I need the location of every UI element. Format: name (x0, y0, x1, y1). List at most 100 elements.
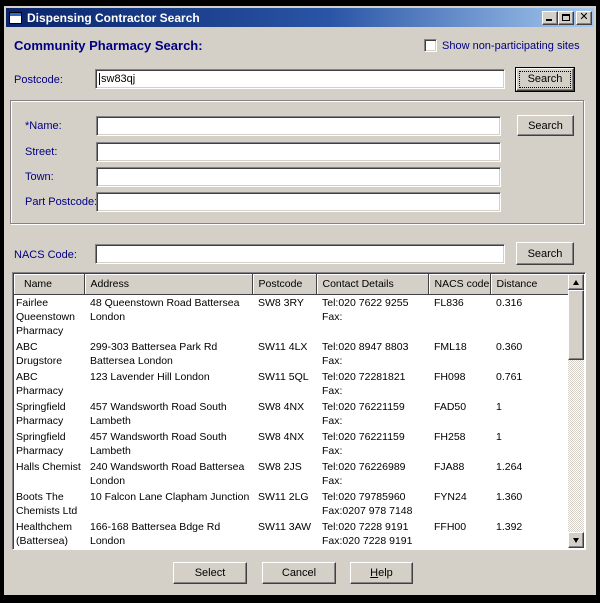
cell-tel: Tel:020 76226989 (322, 460, 426, 474)
cell-nacs-code: FAD50 (428, 399, 490, 429)
cell-distance: 0.360 (490, 339, 568, 369)
checkbox-label: Show non-participating sites (442, 40, 580, 52)
name-search-button[interactable]: Search (517, 115, 574, 136)
table-row[interactable]: Healthchem (Battersea) Ltd 166-168 Batte… (14, 519, 568, 549)
table-row[interactable]: Springfield Pharmacy 457 Wandsworth Road… (14, 399, 568, 429)
maximize-icon (562, 14, 570, 21)
cell-address: 10 Falcon Lane Clapham Junction (84, 489, 252, 519)
cell-distance: 1 (490, 399, 568, 429)
cell-fax: Fax: (322, 384, 426, 398)
cell-name: Springfield Pharmacy (14, 429, 84, 459)
cell-name: Boots The Chemists Ltd (14, 489, 84, 519)
cell-name: Fairlee Queenstown Pharmacy (14, 294, 84, 339)
minimize-button[interactable] (542, 11, 558, 25)
cell-name: Halls Chemist (14, 459, 84, 489)
town-input[interactable] (96, 167, 501, 187)
select-button[interactable]: Select (173, 562, 247, 584)
table-header-row: Name Address Postcode Contact Details NA… (14, 274, 568, 294)
cell-distance: 0.316 (490, 294, 568, 339)
part-postcode-input[interactable] (96, 192, 501, 212)
screen: { "window": { "title": "Dispensing Contr… (0, 0, 600, 603)
column-header-distance[interactable]: Distance (490, 274, 568, 294)
cell-postcode: SW11 5QL (252, 369, 316, 399)
cell-distance: 1.264 (490, 459, 568, 489)
close-icon: ✕ (579, 12, 588, 23)
nacs-search-button[interactable]: Search (516, 242, 574, 265)
cell-tel: Tel:020 79785960 (322, 490, 426, 504)
cell-address: 457 Wandsworth Road South Lambeth (84, 429, 252, 459)
scroll-up-icon (573, 280, 579, 285)
table-row[interactable]: ABC Drugstore 299-303 Battersea Park Rd … (14, 339, 568, 369)
maximize-button[interactable] (558, 11, 574, 25)
table-row[interactable]: Springfield Pharmacy 457 Wandsworth Road… (14, 429, 568, 459)
cell-postcode: SW8 2JS (252, 459, 316, 489)
part-postcode-label: Part Postcode: (25, 196, 97, 208)
cell-postcode: SW8 4NX (252, 399, 316, 429)
help-button[interactable]: Help (350, 562, 413, 584)
show-non-participating-checkbox[interactable] (424, 39, 437, 52)
cell-fax: Fax: (322, 444, 426, 458)
cell-fax: Fax: (322, 354, 426, 368)
close-button[interactable]: ✕ (576, 11, 592, 25)
results-grid: Name Address Postcode Contact Details NA… (14, 274, 568, 548)
cell-contact-details: Tel:020 7622 9255 Fax: (316, 294, 428, 339)
cell-nacs-code: FH258 (428, 429, 490, 459)
postcode-value: sw83qj (101, 73, 135, 85)
street-input[interactable] (96, 142, 501, 162)
scrollbar-down-button[interactable] (568, 532, 584, 548)
cell-address: 457 Wandsworth Road South Lambeth (84, 399, 252, 429)
cell-contact-details: Tel:020 72281821 Fax: (316, 369, 428, 399)
table-row[interactable]: Halls Chemist 240 Wandsworth Road Batter… (14, 459, 568, 489)
column-header-postcode[interactable]: Postcode (252, 274, 316, 294)
column-header-address[interactable]: Address (84, 274, 252, 294)
cell-nacs-code: FH098 (428, 369, 490, 399)
titlebar[interactable]: Dispensing Contractor Search ✕ (6, 8, 594, 27)
application-icon (9, 12, 22, 24)
cell-distance: 1 (490, 429, 568, 459)
dialog-window: Dispensing Contractor Search ✕ Community… (4, 6, 596, 595)
scrollbar-up-button[interactable] (568, 274, 584, 290)
cell-contact-details: Tel:020 79785960 Fax:0207 978 7148 (316, 489, 428, 519)
table-row[interactable]: ABC Pharmacy 123 Lavender Hill London SW… (14, 369, 568, 399)
cell-name: ABC Drugstore (14, 339, 84, 369)
cell-distance: 0.761 (490, 369, 568, 399)
window-title: Dispensing Contractor Search (27, 11, 200, 25)
postcode-search-button[interactable]: Search (516, 68, 574, 91)
nacs-code-input[interactable] (95, 244, 505, 264)
scroll-down-icon (573, 538, 579, 543)
cancel-button[interactable]: Cancel (262, 562, 336, 584)
cell-postcode: SW8 3RY (252, 294, 316, 339)
cell-address: 123 Lavender Hill London (84, 369, 252, 399)
cell-name: ABC Pharmacy (14, 369, 84, 399)
cell-address: 240 Wandsworth Road Battersea London (84, 459, 252, 489)
vertical-scrollbar[interactable] (568, 274, 584, 548)
name-search-label: Search (528, 120, 563, 132)
cell-nacs-code: FL836 (428, 294, 490, 339)
cell-tel: Tel:020 76221159 (322, 400, 426, 414)
cell-address: 48 Queenstown Road Battersea London (84, 294, 252, 339)
cell-tel: Tel:020 7228 9191 (322, 520, 426, 534)
cell-contact-details: Tel:020 7228 9191 Fax:020 7228 9191 (316, 519, 428, 549)
results-table: Name Address Postcode Contact Details NA… (12, 272, 586, 550)
minimize-icon (546, 19, 552, 21)
cell-fax: Fax: (322, 310, 426, 324)
show-non-participating-sites[interactable]: Show non-participating sites (424, 39, 580, 52)
help-button-label: Help (370, 567, 393, 579)
column-header-name[interactable]: Name (14, 274, 84, 294)
name-input[interactable] (96, 116, 501, 136)
name-label: *Name: (25, 120, 62, 132)
cell-address: 299-303 Battersea Park Rd Battersea Lond… (84, 339, 252, 369)
cell-fax: Fax: (322, 474, 426, 488)
column-header-nacs-code[interactable]: NACS code (428, 274, 490, 294)
nacs-code-label: NACS Code: (14, 249, 77, 261)
scrollbar-thumb[interactable] (568, 290, 584, 360)
table-row[interactable]: Boots The Chemists Ltd 10 Falcon Lane Cl… (14, 489, 568, 519)
table-row[interactable]: Fairlee Queenstown Pharmacy 48 Queenstow… (14, 294, 568, 339)
cell-address: 166-168 Battersea Bdge Rd London (84, 519, 252, 549)
column-header-contact-details[interactable]: Contact Details (316, 274, 428, 294)
cell-distance: 1.392 (490, 519, 568, 549)
cell-fax: Fax: (322, 414, 426, 428)
cell-distance: 1.360 (490, 489, 568, 519)
postcode-input[interactable]: sw83qj (95, 69, 505, 89)
cell-name: Healthchem (Battersea) Ltd (14, 519, 84, 549)
